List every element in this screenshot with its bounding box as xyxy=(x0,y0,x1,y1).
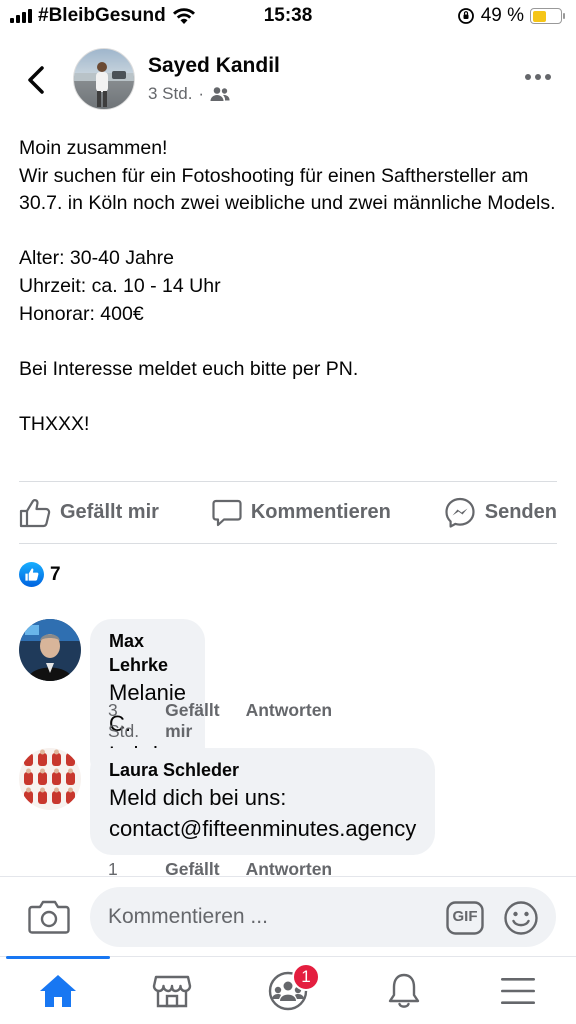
send-button[interactable]: Senden xyxy=(444,497,557,529)
thumbs-up-icon xyxy=(19,498,51,527)
post-header: Sayed Kandil 3 Std. · xyxy=(0,40,576,120)
comment-button[interactable]: Kommentieren xyxy=(212,498,391,528)
like-label: Gefällt mir xyxy=(60,501,159,523)
commenter-avatar[interactable] xyxy=(19,619,81,681)
like-button[interactable]: Gefällt mir xyxy=(19,498,159,528)
comment-like-button[interactable]: Gefällt mir xyxy=(165,700,219,742)
comment-label: Kommentieren xyxy=(250,501,391,523)
messenger-icon xyxy=(445,497,475,528)
battery-percent: 49 % xyxy=(480,5,524,26)
comment-meta: 3 Std. Gefällt mir Antworten xyxy=(108,700,332,742)
more-options-icon[interactable] xyxy=(524,70,552,84)
camera-icon[interactable] xyxy=(28,897,70,935)
author-name[interactable]: Sayed Kandil xyxy=(148,54,280,78)
comment-composer: GIF xyxy=(0,876,576,956)
comment-input[interactable] xyxy=(90,887,556,947)
post-actions: Gefällt mir Kommentieren Senden xyxy=(19,481,557,544)
bottom-tab-bar: 1 xyxy=(0,956,576,1024)
reaction-count: 7 xyxy=(50,563,61,585)
hamburger-menu-icon xyxy=(501,978,535,1004)
meta-separator: · xyxy=(198,84,205,103)
home-icon xyxy=(40,975,76,1007)
comment-time: 3 Std. xyxy=(108,700,140,741)
post-text: Moin zusammen! Wir suchen für ein Fotosh… xyxy=(19,137,556,435)
like-reaction-icon xyxy=(19,562,44,587)
status-bar: #BleibGesund 15:38 49 % xyxy=(0,0,576,34)
battery-icon xyxy=(530,8,565,24)
tab-menu[interactable] xyxy=(468,963,568,1019)
gif-label: GIF xyxy=(452,908,478,925)
comment-bubble[interactable]: Laura Schleder Meld dich bei uns: contac… xyxy=(90,748,436,855)
tab-groups[interactable]: 1 xyxy=(238,963,338,1019)
active-tab-indicator xyxy=(6,956,110,959)
group-icon xyxy=(210,87,230,101)
post-meta: 3 Std. · xyxy=(148,84,230,104)
author-avatar[interactable] xyxy=(73,48,135,110)
battery-group: 49 % xyxy=(457,5,565,27)
comment-bubble-icon xyxy=(212,499,242,526)
groups-notification-badge: 1 xyxy=(292,963,320,991)
post-time: 3 Std. xyxy=(148,84,193,103)
commenter-avatar[interactable] xyxy=(19,748,81,810)
comment-reply-button[interactable]: Antworten xyxy=(246,700,333,742)
emoji-icon[interactable] xyxy=(503,900,539,936)
battery-level xyxy=(532,10,546,22)
reaction-summary[interactable]: 7 xyxy=(19,562,61,587)
tab-notifications[interactable] xyxy=(354,963,454,1019)
back-chevron-icon[interactable] xyxy=(22,62,52,98)
orientation-lock-icon xyxy=(457,8,474,24)
commenter-name[interactable]: Max Lehrke xyxy=(109,629,186,677)
send-label: Senden xyxy=(484,501,557,523)
tab-marketplace[interactable] xyxy=(122,963,222,1019)
commenter-name[interactable]: Laura Schleder xyxy=(109,758,416,782)
comment-text: Meld dich bei uns: contact@fifteenminute… xyxy=(109,785,417,841)
tab-home[interactable] xyxy=(8,963,108,1019)
bell-icon xyxy=(388,973,420,1008)
marketplace-icon xyxy=(152,975,192,1008)
